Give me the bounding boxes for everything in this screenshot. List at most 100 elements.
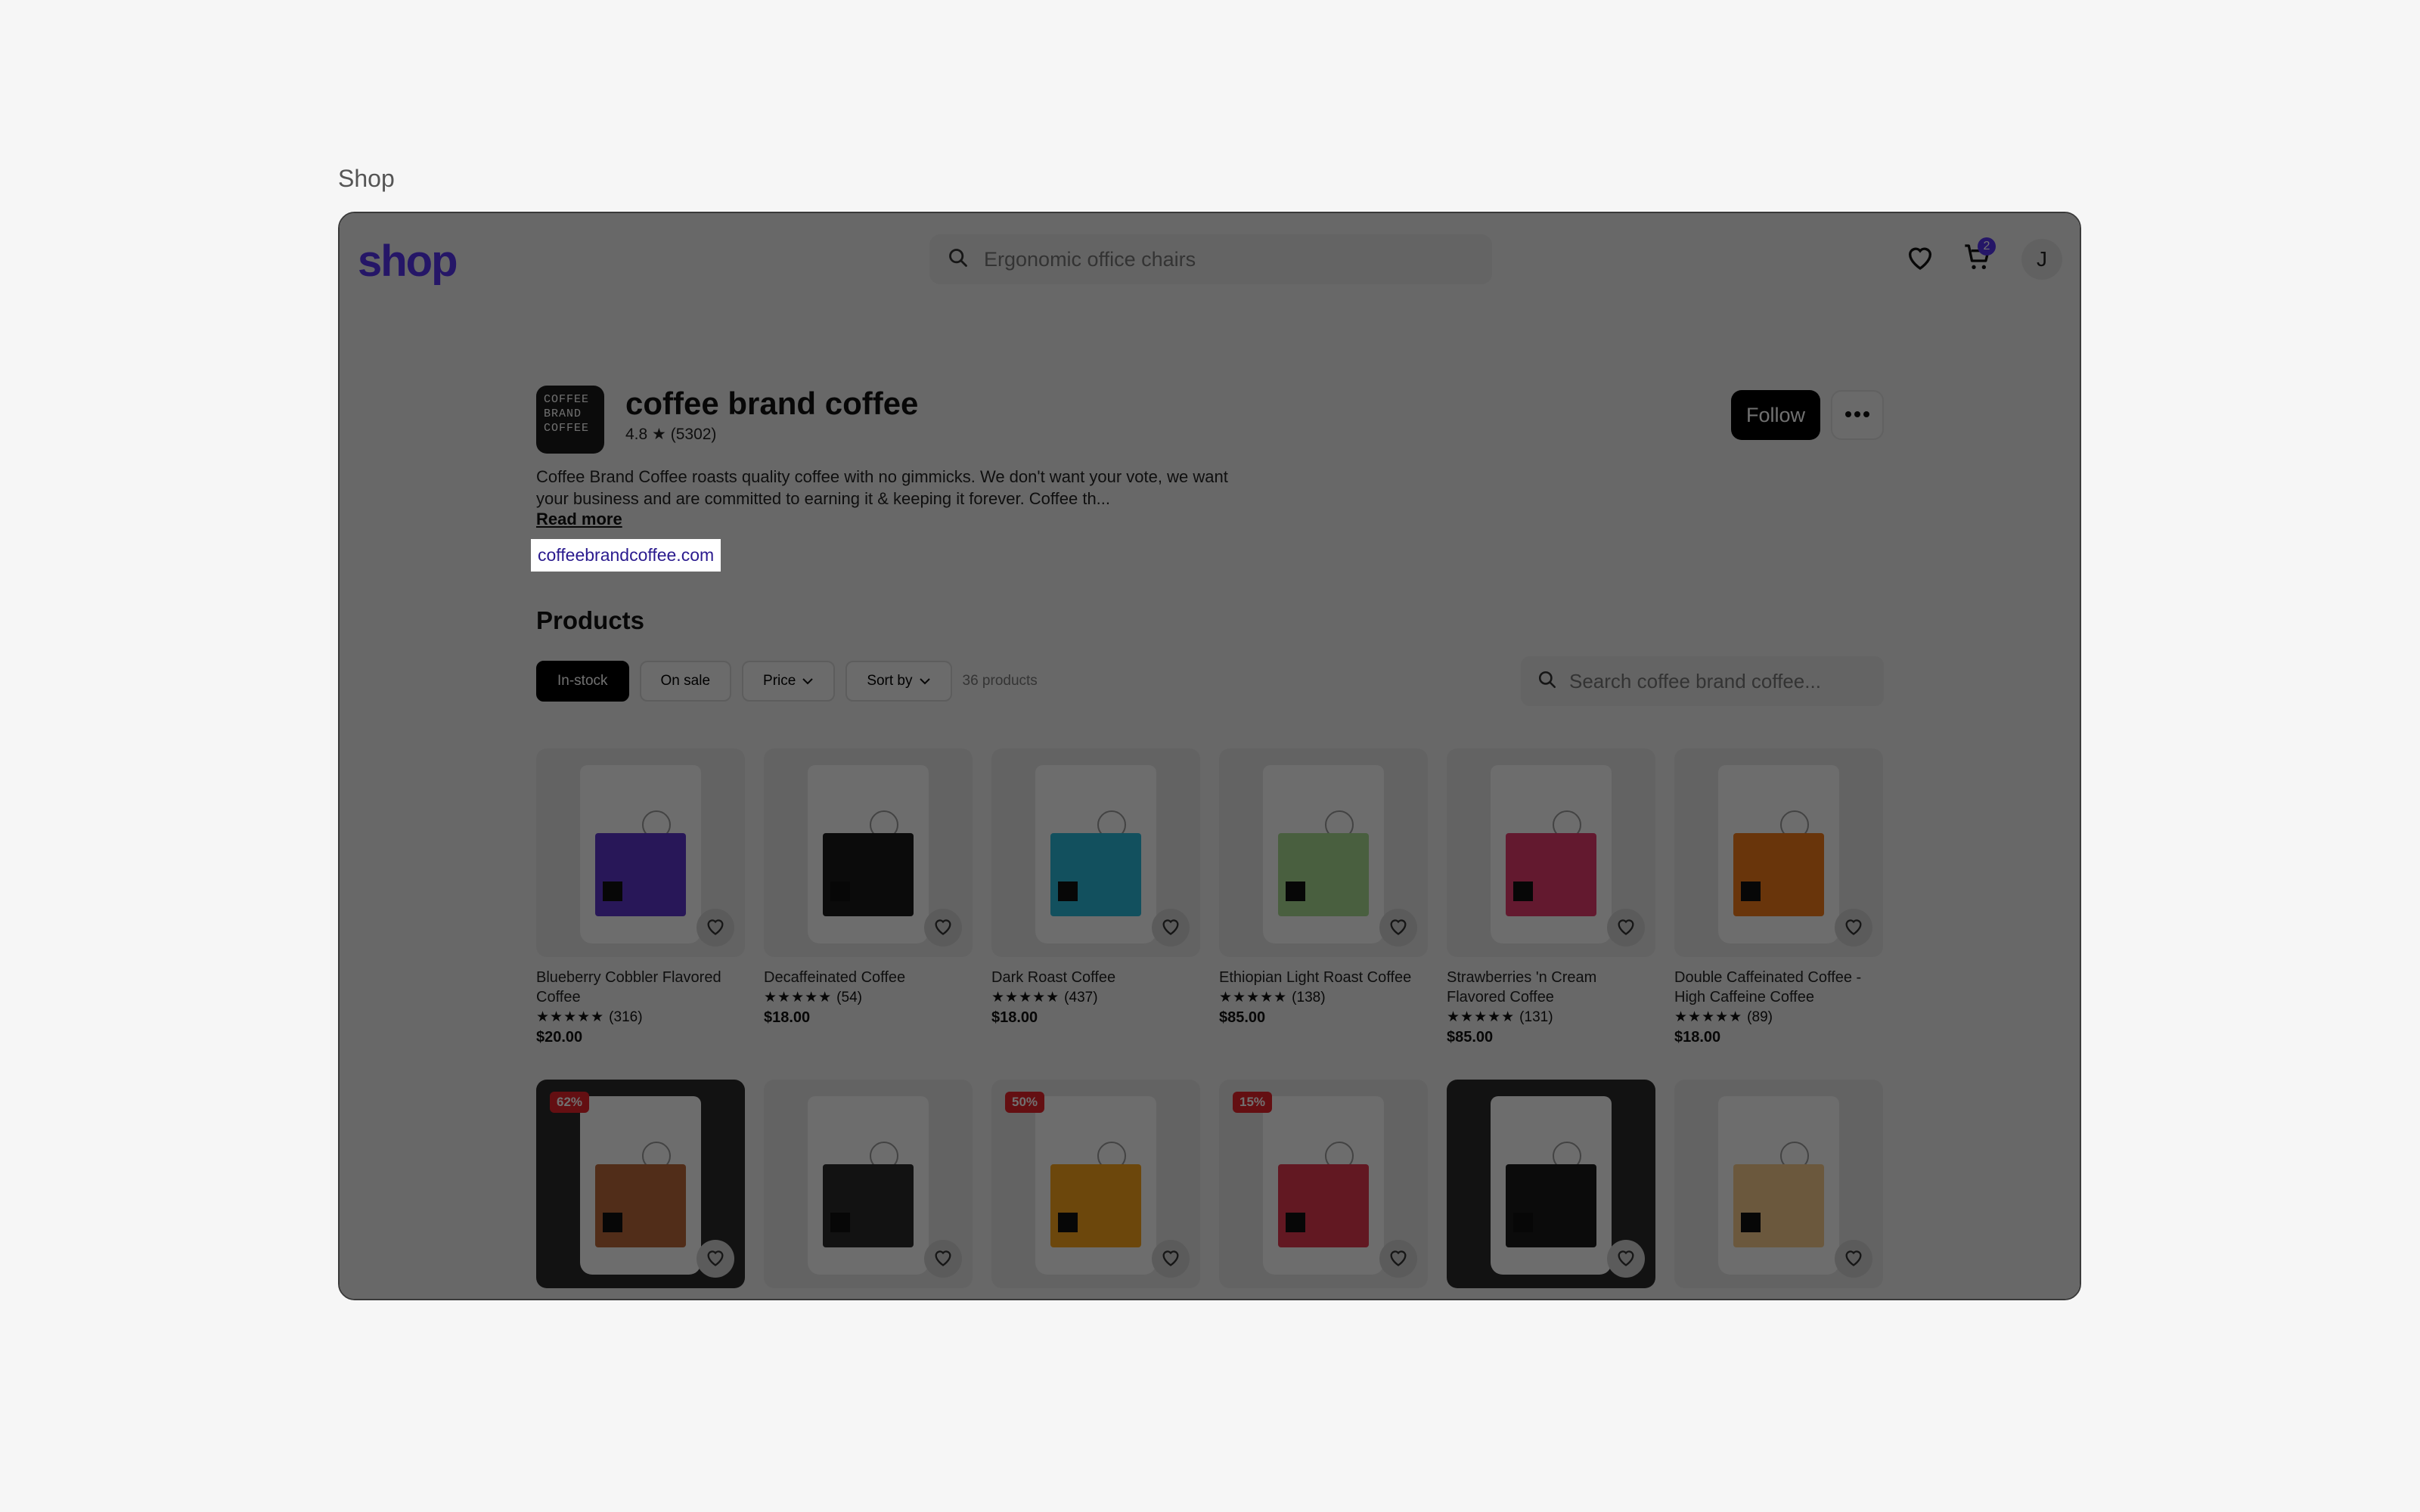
product-bag-image: [808, 765, 929, 943]
cart-count-badge: 2: [1978, 237, 1996, 256]
favorite-button[interactable]: [924, 909, 962, 947]
filter-on-sale[interactable]: On sale: [639, 661, 732, 702]
product-bag-image: [1263, 765, 1384, 943]
star-icons: ★★★★★: [764, 990, 833, 1005]
product-name[interactable]: Strawberries 'n Cream Flavored Coffee: [1447, 968, 1655, 1007]
product-card[interactable]: Double Caffeinated Coffee - High Caffein…: [1674, 748, 1883, 1046]
product-card[interactable]: Ethiopian Light Roast Coffee ★★★★★ (138) $8…: [1219, 748, 1428, 1046]
product-image[interactable]: [764, 748, 973, 957]
favorite-button[interactable]: [1379, 1240, 1417, 1278]
favorite-button[interactable]: [1607, 909, 1645, 947]
product-price: $18.00: [1674, 1029, 1721, 1046]
product-card[interactable]: [764, 1080, 973, 1288]
favorite-button[interactable]: [1379, 909, 1417, 947]
product-bag-image: [580, 1096, 701, 1275]
filter-bar: In-stock On sale Price Sort by 36 produc…: [536, 661, 1038, 702]
rating-value: 4.8: [625, 426, 648, 443]
product-image[interactable]: 62%: [536, 1080, 745, 1288]
favorite-button[interactable]: [697, 1240, 734, 1278]
product-image[interactable]: [1447, 1080, 1655, 1288]
product-image[interactable]: [1674, 748, 1883, 957]
heart-icon: [932, 1247, 954, 1272]
store-rating: 4.8 ★ (5302): [625, 425, 716, 444]
product-card[interactable]: 15%: [1219, 1080, 1428, 1288]
product-bag-image: [1035, 765, 1156, 943]
discount-badge: 50%: [1005, 1092, 1045, 1113]
global-search[interactable]: [929, 234, 1492, 284]
chevron-down-icon: [919, 673, 931, 689]
filter-in-stock[interactable]: In-stock: [536, 661, 629, 702]
product-image[interactable]: [991, 748, 1200, 957]
cart-button[interactable]: 2: [1953, 234, 2002, 283]
product-card[interactable]: Dark Roast Coffee ★★★★★ (437) $18.00: [991, 748, 1200, 1046]
favorite-button[interactable]: [1607, 1240, 1645, 1278]
chevron-down-icon: [802, 673, 814, 689]
product-image[interactable]: [536, 748, 745, 957]
product-name[interactable]: Blueberry Cobbler Flavored Coffee: [536, 968, 745, 1007]
product-bag-image: [1035, 1096, 1156, 1275]
heart-icon: [932, 916, 954, 940]
product-name[interactable]: Ethiopian Light Roast Coffee: [1219, 968, 1428, 987]
heart-icon: [1388, 916, 1409, 940]
heart-icon: [1843, 916, 1864, 940]
favorite-button[interactable]: [1835, 1240, 1872, 1278]
more-options-button[interactable]: [1831, 390, 1884, 440]
star-icons: ★★★★★: [991, 990, 1060, 1005]
product-card[interactable]: 50%: [991, 1080, 1200, 1288]
filter-price[interactable]: Price: [742, 661, 836, 702]
search-icon: [948, 247, 969, 272]
product-image[interactable]: [1219, 748, 1428, 957]
avatar[interactable]: J: [2021, 239, 2062, 280]
store-name: coffee brand coffee: [625, 386, 919, 421]
favorite-button[interactable]: [1152, 909, 1190, 947]
star-icons: ★★★★★: [1219, 990, 1288, 1005]
heart-icon: [705, 916, 726, 940]
discount-badge: 15%: [1233, 1092, 1273, 1113]
wishlist-button[interactable]: [1896, 234, 1944, 283]
favorite-button[interactable]: [924, 1240, 962, 1278]
favorite-button[interactable]: [1835, 909, 1872, 947]
product-count: 36 products: [962, 673, 1038, 689]
product-name[interactable]: Dark Roast Coffee: [991, 968, 1200, 987]
heart-icon: [1615, 1247, 1637, 1272]
product-card[interactable]: 62%: [536, 1080, 745, 1288]
star-icon: ★: [652, 426, 666, 443]
product-rating: ★★★★★ (316): [536, 1009, 745, 1026]
product-rating: ★★★★★ (138): [1219, 989, 1428, 1006]
favorite-button[interactable]: [697, 909, 734, 947]
review-count: (138): [1292, 990, 1326, 1005]
sort-by-dropdown[interactable]: Sort by: [845, 661, 952, 702]
product-card[interactable]: [1447, 1080, 1655, 1288]
website-link[interactable]: coffeebrandcoffee.com: [531, 539, 721, 572]
store-search-input[interactable]: [1569, 669, 1872, 693]
product-card[interactable]: [1674, 1080, 1883, 1288]
product-card[interactable]: Decaffeinated Coffee ★★★★★ (54) $18.00: [764, 748, 973, 1046]
star-icons: ★★★★★: [1674, 1009, 1743, 1025]
shop-window: shop 2 J COFFEE BRAND COFFEE coffee bran…: [338, 212, 2081, 1300]
sort-by-label: Sort by: [867, 673, 913, 689]
follow-button[interactable]: Follow: [1731, 390, 1820, 440]
store-logo: COFFEE BRAND COFFEE: [536, 386, 604, 454]
heart-icon: [1843, 1247, 1864, 1272]
product-rating: ★★★★★ (54): [764, 989, 973, 1006]
product-image[interactable]: [1674, 1080, 1883, 1288]
product-name[interactable]: Decaffeinated Coffee: [764, 968, 973, 987]
star-icons: ★★★★★: [536, 1009, 605, 1025]
store-search[interactable]: [1521, 656, 1884, 706]
favorite-button[interactable]: [1152, 1240, 1190, 1278]
shop-logo[interactable]: shop: [358, 236, 458, 287]
product-name[interactable]: Double Caffeinated Coffee - High Caffein…: [1674, 968, 1883, 1007]
products-heading: Products: [536, 606, 645, 634]
review-count: (89): [1747, 1009, 1773, 1025]
global-search-input[interactable]: [984, 247, 1468, 271]
product-card[interactable]: Blueberry Cobbler Flavored Coffee ★★★★★ (3…: [536, 748, 745, 1046]
product-image[interactable]: [1447, 748, 1655, 957]
product-image[interactable]: 50%: [991, 1080, 1200, 1288]
read-more-link[interactable]: Read more: [536, 510, 622, 529]
product-image[interactable]: [764, 1080, 973, 1288]
product-card[interactable]: Strawberries 'n Cream Flavored Coffee ★★★…: [1447, 748, 1655, 1046]
product-bag-image: [1491, 1096, 1612, 1275]
product-image[interactable]: 15%: [1219, 1080, 1428, 1288]
product-rating: ★★★★★ (89): [1674, 1009, 1883, 1026]
heart-icon: [1388, 1247, 1409, 1272]
